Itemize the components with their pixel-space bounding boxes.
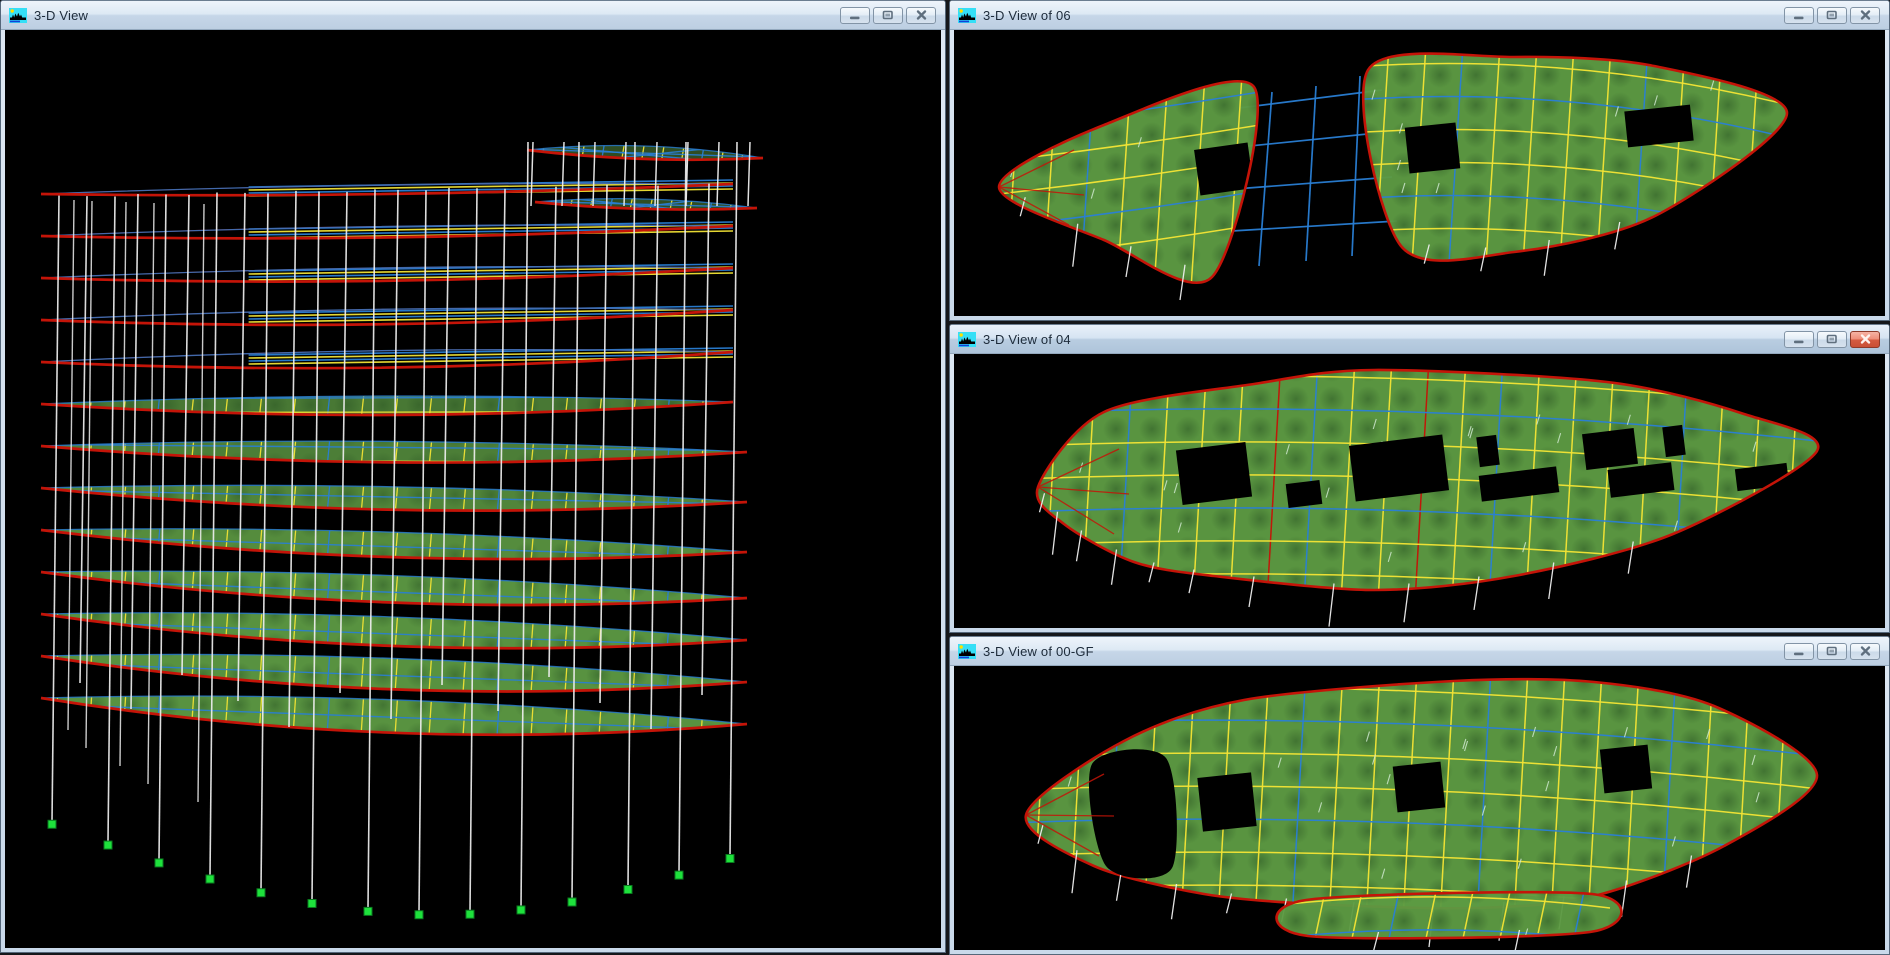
window-title: 3-D View of 06 bbox=[983, 8, 1071, 23]
minimize-icon bbox=[1793, 335, 1805, 344]
window-controls bbox=[840, 7, 936, 24]
close-icon bbox=[916, 10, 927, 20]
city-skyline-3d-view-icon bbox=[9, 8, 27, 23]
close-button[interactable] bbox=[1850, 7, 1880, 24]
close-icon bbox=[1860, 334, 1871, 344]
floor-plan-00-gf-canvas bbox=[954, 666, 1885, 950]
window-controls bbox=[1784, 331, 1880, 348]
minimize-icon bbox=[849, 11, 861, 20]
window-titlebar[interactable]: 3-D View of 04 bbox=[950, 325, 1889, 354]
close-button[interactable] bbox=[1850, 331, 1880, 348]
window-controls bbox=[1784, 643, 1880, 660]
close-button[interactable] bbox=[1850, 643, 1880, 660]
floor-plan-viewport[interactable] bbox=[954, 30, 1885, 316]
restore-icon bbox=[1826, 334, 1838, 344]
window-title: 3-D View of 04 bbox=[983, 332, 1071, 347]
window-titlebar[interactable]: 3-D View bbox=[1, 1, 945, 30]
restore-icon bbox=[882, 10, 894, 20]
window-title: 3-D View bbox=[34, 8, 88, 23]
window-3d-view-of-04: 3-D View of 04 bbox=[949, 324, 1890, 633]
floor-plan-06-canvas bbox=[954, 30, 1885, 316]
floor-plan-viewport[interactable] bbox=[954, 354, 1885, 628]
3d-building-model-canvas bbox=[5, 30, 941, 948]
minimize-icon bbox=[1793, 11, 1805, 20]
restore-button[interactable] bbox=[1817, 643, 1847, 660]
floor-plan-04-canvas bbox=[954, 354, 1885, 628]
city-skyline-3d-view-icon bbox=[958, 332, 976, 347]
minimize-button[interactable] bbox=[1784, 331, 1814, 348]
window-controls bbox=[1784, 7, 1880, 24]
restore-button[interactable] bbox=[873, 7, 903, 24]
mdi-workspace: 3-D View 3-D View of 06 bbox=[0, 0, 1890, 955]
close-button[interactable] bbox=[906, 7, 936, 24]
window-3d-view-of-00-gf: 3-D View of 00-GF bbox=[949, 636, 1890, 955]
window-title: 3-D View of 00-GF bbox=[983, 644, 1094, 659]
city-skyline-3d-view-icon bbox=[958, 8, 976, 23]
restore-button[interactable] bbox=[1817, 7, 1847, 24]
minimize-button[interactable] bbox=[840, 7, 870, 24]
window-titlebar[interactable]: 3-D View of 06 bbox=[950, 1, 1889, 30]
close-icon bbox=[1860, 646, 1871, 656]
restore-button[interactable] bbox=[1817, 331, 1847, 348]
3d-model-viewport[interactable] bbox=[5, 30, 941, 948]
window-3d-view: 3-D View bbox=[0, 0, 946, 953]
minimize-icon bbox=[1793, 647, 1805, 656]
minimize-button[interactable] bbox=[1784, 643, 1814, 660]
window-titlebar[interactable]: 3-D View of 00-GF bbox=[950, 637, 1889, 666]
floor-plan-viewport[interactable] bbox=[954, 666, 1885, 950]
minimize-button[interactable] bbox=[1784, 7, 1814, 24]
restore-icon bbox=[1826, 10, 1838, 20]
city-skyline-3d-view-icon bbox=[958, 644, 976, 659]
window-3d-view-of-06: 3-D View of 06 bbox=[949, 0, 1890, 321]
close-icon bbox=[1860, 10, 1871, 20]
restore-icon bbox=[1826, 646, 1838, 656]
